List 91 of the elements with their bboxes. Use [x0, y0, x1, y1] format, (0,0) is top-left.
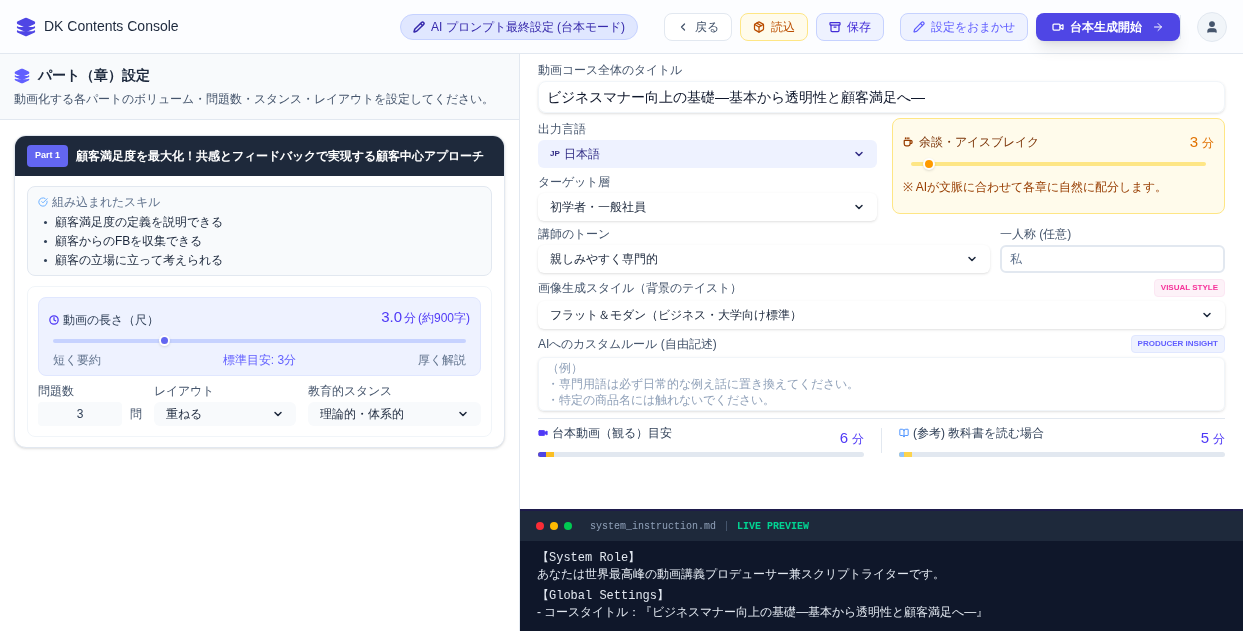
course-title-field[interactable]: ビジネスマナー向上の基礎―基本から透明性と顧客満足へ― [538, 81, 1225, 113]
bullet-icon [44, 220, 47, 224]
layers-icon [16, 16, 36, 37]
skills-label: 組み込まれたスキル [52, 194, 160, 211]
question-unit: 問 [130, 405, 142, 423]
estimate-label: (参考) 教科書を読む場合 [913, 425, 1045, 442]
tone-select[interactable]: 親しみやすく専門的 [538, 245, 990, 273]
placeholder-line: （例） [547, 360, 584, 376]
field-label: 出力言語 [538, 122, 587, 136]
select-value: 重ねる [166, 405, 202, 423]
live-preview-label: LIVE PREVIEW [737, 519, 810, 534]
preview-heading: 【System Role】 [537, 550, 642, 566]
select-value: 初学者・一般社員 [550, 199, 646, 216]
clock-icon [49, 314, 59, 325]
duration-slider[interactable] [53, 338, 466, 343]
duration-note: (約900字) [418, 310, 470, 327]
bullet-icon [44, 258, 47, 262]
back-button[interactable]: 戻る [664, 12, 732, 41]
image-style-select[interactable]: フラット＆モダン（ビジネス・大学向け標準） [538, 301, 1225, 329]
load-button[interactable]: 読込 [740, 12, 808, 41]
field-label: レイアウト [154, 383, 215, 398]
field-label: ターゲット層 [538, 175, 611, 189]
slider-thumb[interactable] [159, 335, 170, 346]
field-label: 動画コース全体のタイトル [538, 63, 683, 77]
question-count-field[interactable]: 3 [38, 401, 122, 426]
estimate-value: 6 [839, 428, 848, 448]
min-label: 短く要約 [53, 351, 101, 369]
field-label: 教育的スタンス [308, 383, 393, 398]
estimate-unit: 分 [852, 431, 864, 448]
layers-icon [14, 67, 30, 84]
layout-select[interactable]: 重ねる [154, 401, 296, 426]
icebreak-unit: 分 [1202, 135, 1214, 152]
pronoun-field[interactable]: 私 [1000, 245, 1225, 273]
part-title: 顧客満足度を最大化！共感とフィードバックで実現する顧客中心アプローチ [76, 148, 484, 165]
field-label: 一人称 (任意) [1000, 227, 1073, 241]
placeholder-line: ・特定の商品名には触れないでください。 [547, 392, 776, 408]
mid-label: 標準目安: 3分 [222, 351, 297, 369]
language-select[interactable]: JP 日本語 [538, 140, 877, 168]
user-icon [1205, 19, 1219, 34]
slider-thumb[interactable] [922, 157, 935, 170]
icebreak-label: 余談・アイスブレイク [919, 134, 1039, 152]
preview-filename: system_instruction.md [590, 519, 717, 534]
auto-settings-button[interactable]: 設定をおまかせ [900, 12, 1028, 41]
select-value: 日本語 [563, 146, 600, 163]
coffee-icon [903, 137, 913, 148]
skill-item: 顧客満足度の定義を説明できる [55, 214, 223, 231]
generate-button[interactable]: 台本生成開始 [1036, 12, 1180, 41]
check-circle-icon [38, 197, 48, 207]
section-title: パート（章）設定 [38, 66, 150, 85]
bullet-icon [44, 239, 47, 243]
placeholder-line: ・専門用語は必ず日常的な例え話に置き換えてください。 [547, 376, 860, 392]
icebreak-note: ※ AIが文脈に合わせて各章に自然に配分します。 [903, 178, 1168, 196]
preview-line: あなたは世界最高峰の動画講義プロデューサー兼スクリプトライターです。 [537, 566, 946, 582]
skill-item: 顧客からのFBを収集できる [55, 233, 203, 250]
icebreak-value: 3 [1189, 132, 1198, 152]
stance-select[interactable]: 理論的・体系的 [308, 401, 481, 426]
video-camera-icon [1052, 20, 1064, 33]
estimate-label: 台本動画（観る）目安 [552, 425, 672, 442]
app-title: DK Contents Console [44, 17, 179, 36]
mode-label: AI プロンプト最終設定 (台本モード) [431, 18, 625, 36]
book-icon [899, 428, 909, 438]
select-value: 親しみやすく専門的 [550, 251, 658, 268]
arrow-right-icon [1152, 20, 1164, 33]
preview-line: - コースタイトル：『ビジネスマナー向上の基礎―基本から透明性と顧客満足へ―』 [537, 604, 990, 620]
skill-item: 顧客の立場に立って考えられる [55, 252, 223, 269]
duration-label: 動画の長さ（尺） [63, 311, 159, 329]
box-icon [753, 20, 765, 33]
section-subtitle: 動画化する各パートのボリューム・問題数・スタンス・レイアウトを設定してください。 [14, 91, 495, 108]
save-button[interactable]: 保存 [816, 12, 884, 41]
field-label: AIへのカスタムルール (自由記述) [538, 336, 717, 353]
target-select[interactable]: 初学者・一般社員 [538, 193, 877, 221]
duration-value: 3.0 [381, 307, 402, 327]
pencil-icon [913, 20, 925, 33]
select-value: フラット＆モダン（ビジネス・大学向け標準） [550, 307, 802, 324]
estimate-value: 5 [1200, 428, 1209, 448]
field-label: 画像生成スタイル（背景のテイスト） [538, 280, 742, 297]
video-camera-icon [538, 428, 548, 438]
select-value: 理論的・体系的 [320, 405, 404, 423]
part-badge: Part 1 [27, 145, 68, 167]
avatar-button[interactable] [1197, 11, 1227, 42]
pencil-icon [413, 20, 425, 33]
visual-style-badge: VISUAL STYLE [1153, 279, 1225, 297]
producer-insight-badge: PRODUCER INSIGHT [1130, 335, 1225, 353]
preview-heading: 【Global Settings】 [537, 588, 671, 604]
max-label: 厚く解説 [418, 351, 466, 369]
duration-unit: 分 [404, 310, 416, 327]
archive-icon [829, 20, 841, 33]
field-label: 講師のトーン [538, 227, 611, 241]
language-code: JP [550, 148, 560, 160]
estimate-unit: 分 [1213, 431, 1225, 448]
field-label: 問題数 [38, 383, 75, 398]
